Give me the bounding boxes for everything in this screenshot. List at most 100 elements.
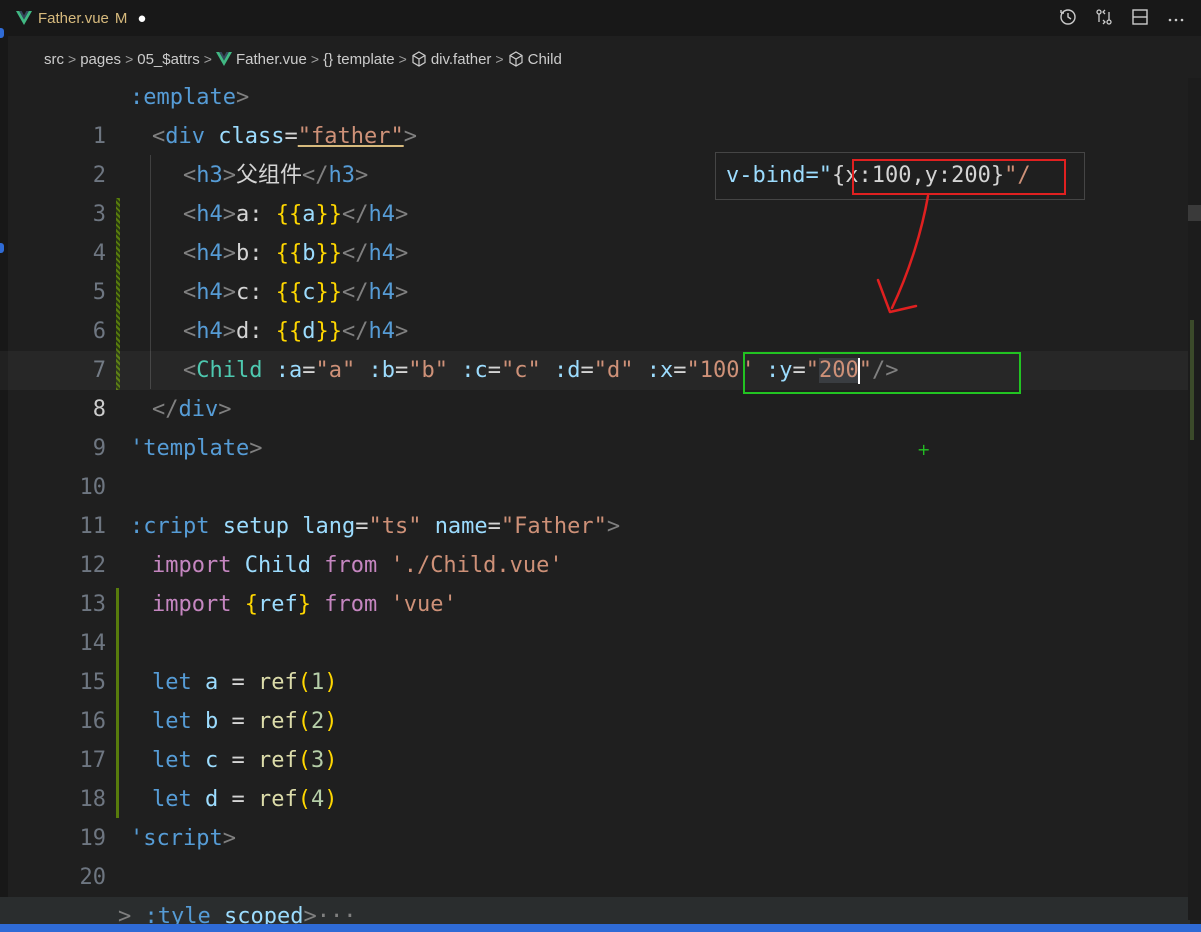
vue-file-icon bbox=[215, 52, 232, 66]
chevron-right-icon: > bbox=[203, 51, 212, 67]
code-token: </ bbox=[342, 202, 369, 227]
code-token: }} bbox=[315, 202, 343, 227]
braces-icon: {} bbox=[323, 50, 334, 68]
code-token: :d bbox=[553, 358, 581, 383]
code-token: lang bbox=[302, 514, 356, 539]
code-token: "ts" bbox=[368, 514, 422, 539]
breadcrumb-item[interactable]: pages bbox=[80, 51, 121, 68]
code-line[interactable]: 6 <h4>c: {{c}}</h4> bbox=[0, 273, 1190, 344]
code-token: </ bbox=[342, 319, 369, 344]
code-token: :x bbox=[646, 358, 674, 383]
code-token: 4 bbox=[311, 787, 325, 812]
code-token: = bbox=[487, 514, 501, 539]
code-token: ) bbox=[324, 709, 338, 734]
code-token: </ bbox=[342, 280, 369, 305]
breadcrumb-item[interactable]: src bbox=[44, 51, 64, 68]
code-token: from bbox=[324, 553, 378, 578]
code-token: d bbox=[302, 319, 316, 344]
code-line[interactable]: 19 let d = ref(4) bbox=[0, 780, 1190, 851]
code-line[interactable]: 9 </div> bbox=[0, 390, 1190, 461]
code-token: b bbox=[302, 241, 316, 266]
code-token: ref bbox=[258, 709, 298, 734]
code-token: < bbox=[183, 241, 197, 266]
code-line[interactable]: 10 'template> bbox=[0, 429, 1190, 500]
code-token: ) bbox=[324, 748, 338, 773]
chevron-right-icon: > bbox=[125, 51, 134, 67]
code-line[interactable]: 7 <h4>d: {{d}}</h4> bbox=[0, 312, 1190, 383]
code-token: a bbox=[205, 670, 219, 695]
code-line[interactable]: 20 'script> bbox=[0, 819, 1190, 890]
code-token: Child bbox=[244, 553, 311, 578]
code-token: ref bbox=[258, 670, 298, 695]
code-token: 'template bbox=[130, 436, 250, 461]
breadcrumb-item[interactable]: 05_$attrs bbox=[137, 51, 200, 68]
code-token: d bbox=[205, 787, 219, 812]
code-token: ( bbox=[297, 748, 311, 773]
code-line[interactable]: 13 import Child from './Child.vue' bbox=[0, 546, 1190, 617]
code-token: < bbox=[183, 358, 197, 383]
hint-prefix: v-bind=" bbox=[726, 163, 832, 188]
unsaved-indicator[interactable]: ● bbox=[137, 10, 146, 27]
code-line[interactable]: 5 <h4>b: {{b}}</h4> bbox=[0, 234, 1190, 305]
code-token: b bbox=[205, 709, 219, 734]
code-token: = bbox=[218, 748, 258, 773]
code-token: ref bbox=[258, 748, 298, 773]
code-line[interactable]: 18 let c = ref(3) bbox=[0, 741, 1190, 812]
code-token: > bbox=[395, 202, 409, 227]
code-token: :b bbox=[368, 358, 395, 383]
code-line[interactable]: 11 bbox=[0, 468, 1190, 539]
timeline-icon[interactable] bbox=[1057, 6, 1079, 28]
breadcrumb: src > pages > 05_$attrs > Father.vue > {… bbox=[44, 48, 562, 70]
more-actions-icon[interactable] bbox=[1165, 6, 1187, 28]
code-token: setup bbox=[222, 514, 289, 539]
scrollbar-thumb[interactable] bbox=[1188, 205, 1201, 221]
breadcrumb-item[interactable]: template bbox=[337, 51, 395, 68]
code-token: "d" bbox=[593, 358, 634, 383]
code-token: = bbox=[218, 709, 258, 734]
code-token: :c bbox=[461, 358, 488, 383]
code-token: = bbox=[218, 787, 258, 812]
code-line[interactable]: 1 :emplate> bbox=[0, 78, 1190, 149]
code-token: </ bbox=[342, 241, 369, 266]
code-token: < bbox=[183, 163, 197, 188]
code-line[interactable]: 2 <div class="father"> bbox=[0, 117, 1190, 188]
code-token: > bbox=[235, 85, 250, 110]
breadcrumb-item[interactable]: Child bbox=[528, 51, 562, 68]
split-editor-icon[interactable] bbox=[1129, 6, 1151, 28]
code-line[interactable]: 21 bbox=[0, 858, 1190, 929]
code-token: > bbox=[222, 280, 236, 305]
code-line[interactable]: 16 let a = ref(1) bbox=[0, 663, 1190, 734]
code-line[interactable]: 14 import {ref} from 'vue' bbox=[0, 585, 1190, 656]
code-token: = bbox=[673, 358, 687, 383]
breadcrumb-item[interactable]: Father.vue bbox=[236, 51, 307, 68]
compare-changes-icon[interactable] bbox=[1093, 6, 1115, 28]
code-token: ref bbox=[257, 592, 298, 617]
code-line[interactable]: 12 :cript setup lang="ts" name="Father"> bbox=[0, 507, 1190, 578]
code-token: h4 bbox=[368, 202, 396, 227]
code-token: > bbox=[606, 514, 621, 539]
code-token: = bbox=[302, 358, 316, 383]
code-editor[interactable]: 1 :emplate> 2 <div class="father"> 3 <h3… bbox=[0, 78, 1190, 932]
code-line[interactable]: 15 bbox=[0, 624, 1190, 695]
code-line[interactable]: 17 let b = ref(2) bbox=[0, 702, 1190, 773]
breadcrumb-item[interactable]: div.father bbox=[431, 51, 492, 68]
code-token: = bbox=[355, 514, 369, 539]
code-line[interactable]: 4 <h4>a: {{a}}</h4> bbox=[0, 195, 1190, 266]
code-token: div bbox=[178, 397, 219, 422]
code-token: = bbox=[394, 358, 409, 383]
code-token: = bbox=[487, 358, 501, 383]
code-token: 2 bbox=[311, 709, 325, 734]
cube-icon bbox=[508, 51, 524, 67]
code-token: 3 bbox=[311, 748, 325, 773]
code-token: </ bbox=[152, 397, 179, 422]
code-token: } bbox=[297, 592, 311, 617]
code-token: let bbox=[152, 709, 192, 734]
code-token: './Child.vue' bbox=[390, 553, 563, 578]
tab-father-vue[interactable]: Father.vue M ● bbox=[16, 0, 146, 36]
plus-mark: + bbox=[917, 440, 931, 459]
